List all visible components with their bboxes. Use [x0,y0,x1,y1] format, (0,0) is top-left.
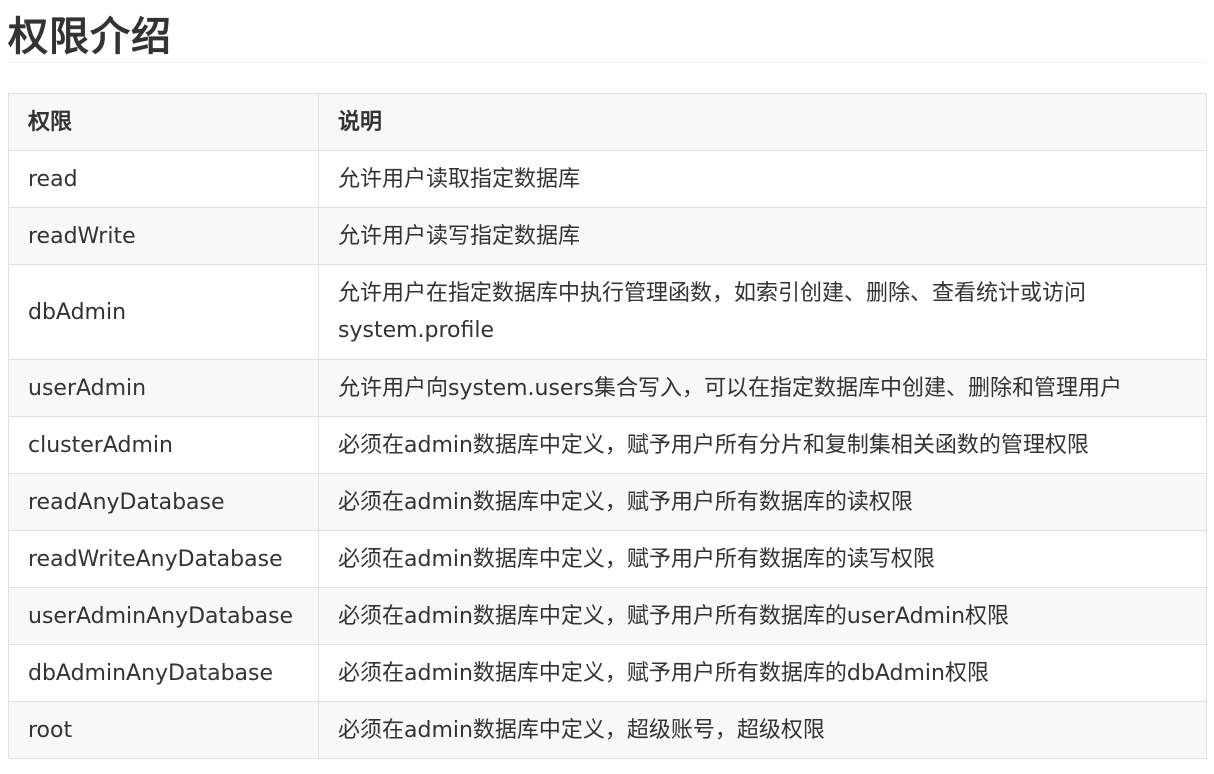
table-body: read 允许用户读取指定数据库 readWrite 允许用户读写指定数据库 d… [8,150,1207,759]
description-cell: 允许用户向system.users集合写入，可以在指定数据库中创建、删除和管理用… [318,359,1207,417]
role-cell: readWriteAnyDatabase [8,530,319,588]
description-cell: 必须在admin数据库中定义，超级账号，超级权限 [318,701,1207,759]
header-row: 权限 说明 [8,93,1207,151]
role-cell: clusterAdmin [8,416,319,474]
table-header: 权限 说明 [8,93,1207,151]
description-cell: 允许用户读写指定数据库 [318,207,1207,265]
table-row: root 必须在admin数据库中定义，超级账号，超级权限 [8,701,1207,759]
permissions-table: 权限 说明 read 允许用户读取指定数据库 readWrite 允许用户读写指… [8,93,1207,759]
role-cell: readWrite [8,207,319,265]
role-cell: root [8,701,319,759]
table-row: userAdminAnyDatabase 必须在admin数据库中定义，赋予用户… [8,587,1207,645]
role-cell: userAdmin [8,359,319,417]
table-row: readWriteAnyDatabase 必须在admin数据库中定义，赋予用户… [8,530,1207,588]
table-row: clusterAdmin 必须在admin数据库中定义，赋予用户所有分片和复制集… [8,416,1207,474]
title-divider [8,62,1206,63]
table-row: dbAdminAnyDatabase 必须在admin数据库中定义，赋予用户所有… [8,644,1207,702]
role-cell: dbAdmin [8,264,319,360]
table-row: readAnyDatabase 必须在admin数据库中定义，赋予用户所有数据库… [8,473,1207,531]
description-cell: 必须在admin数据库中定义，赋予用户所有数据库的userAdmin权限 [318,587,1207,645]
role-cell: userAdminAnyDatabase [8,587,319,645]
description-cell: 必须在admin数据库中定义，赋予用户所有数据库的读写权限 [318,530,1207,588]
column-header-role: 权限 [8,93,319,151]
table-row: readWrite 允许用户读写指定数据库 [8,207,1207,265]
table-row: read 允许用户读取指定数据库 [8,150,1207,208]
page-title: 权限介绍 [8,14,172,60]
description-cell: 必须在admin数据库中定义，赋予用户所有数据库的读权限 [318,473,1207,531]
column-header-description: 说明 [318,93,1207,151]
table-row: dbAdmin 允许用户在指定数据库中执行管理函数，如索引创建、删除、查看统计或… [8,264,1207,360]
table-row: userAdmin 允许用户向system.users集合写入，可以在指定数据库… [8,359,1207,417]
role-cell: readAnyDatabase [8,473,319,531]
description-cell: 允许用户在指定数据库中执行管理函数，如索引创建、删除、查看统计或访问system… [318,264,1207,360]
description-cell: 必须在admin数据库中定义，赋予用户所有分片和复制集相关函数的管理权限 [318,416,1207,474]
role-cell: read [8,150,319,208]
description-cell: 必须在admin数据库中定义，赋予用户所有数据库的dbAdmin权限 [318,644,1207,702]
description-cell: 允许用户读取指定数据库 [318,150,1207,208]
role-cell: dbAdminAnyDatabase [8,644,319,702]
